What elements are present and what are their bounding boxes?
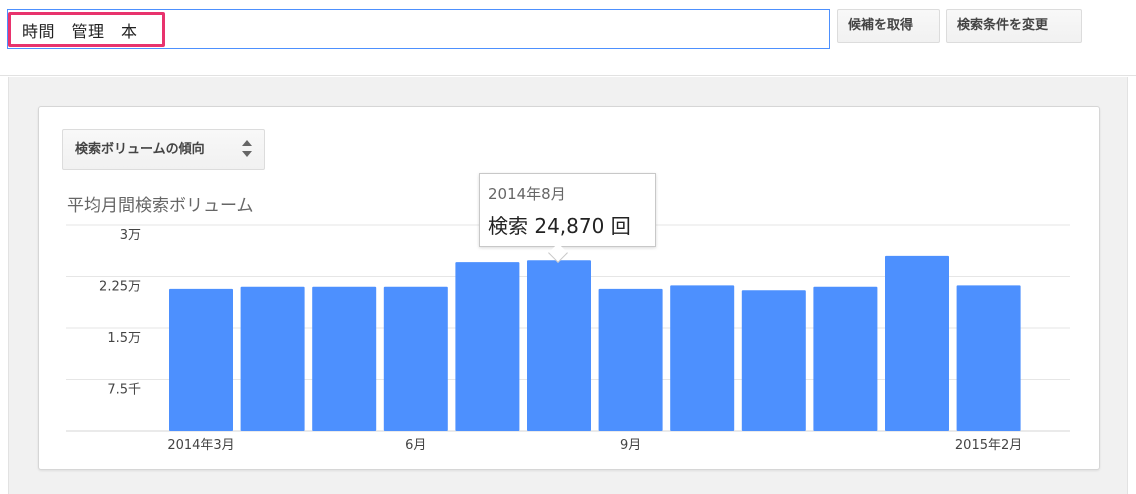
bar [813, 286, 878, 431]
bar [527, 260, 591, 431]
bar [169, 288, 233, 431]
bar [312, 286, 377, 431]
chart-tooltip: 2014年8月 検索 24,870 回 [479, 173, 656, 263]
bar [670, 285, 735, 431]
bar [956, 285, 1021, 431]
y-tick-label: 1.5万 [107, 331, 141, 346]
tooltip-value: 検索 24,870 回 [488, 214, 631, 238]
bar [598, 288, 663, 431]
tooltip-month: 2014年8月 [488, 185, 566, 203]
bar [383, 286, 448, 431]
x-tick-label: 9月 [620, 438, 641, 453]
bar [885, 255, 949, 431]
x-tick-label: 2014年3月 [167, 438, 234, 453]
y-tick-label: 7.5千 [107, 383, 141, 398]
bar [455, 262, 520, 431]
x-tick-label: 2015年2月 [955, 438, 1022, 453]
y-tick-label: 3万 [120, 228, 141, 243]
y-tick-label: 2.25万 [99, 280, 141, 295]
x-tick-label: 6月 [405, 438, 426, 453]
bar [741, 290, 806, 431]
bar-chart: 7.5千 1.5万 2.25万 3万 2014年3月 6月 9月 2015年2月 [66, 224, 1070, 453]
bar [240, 286, 305, 431]
